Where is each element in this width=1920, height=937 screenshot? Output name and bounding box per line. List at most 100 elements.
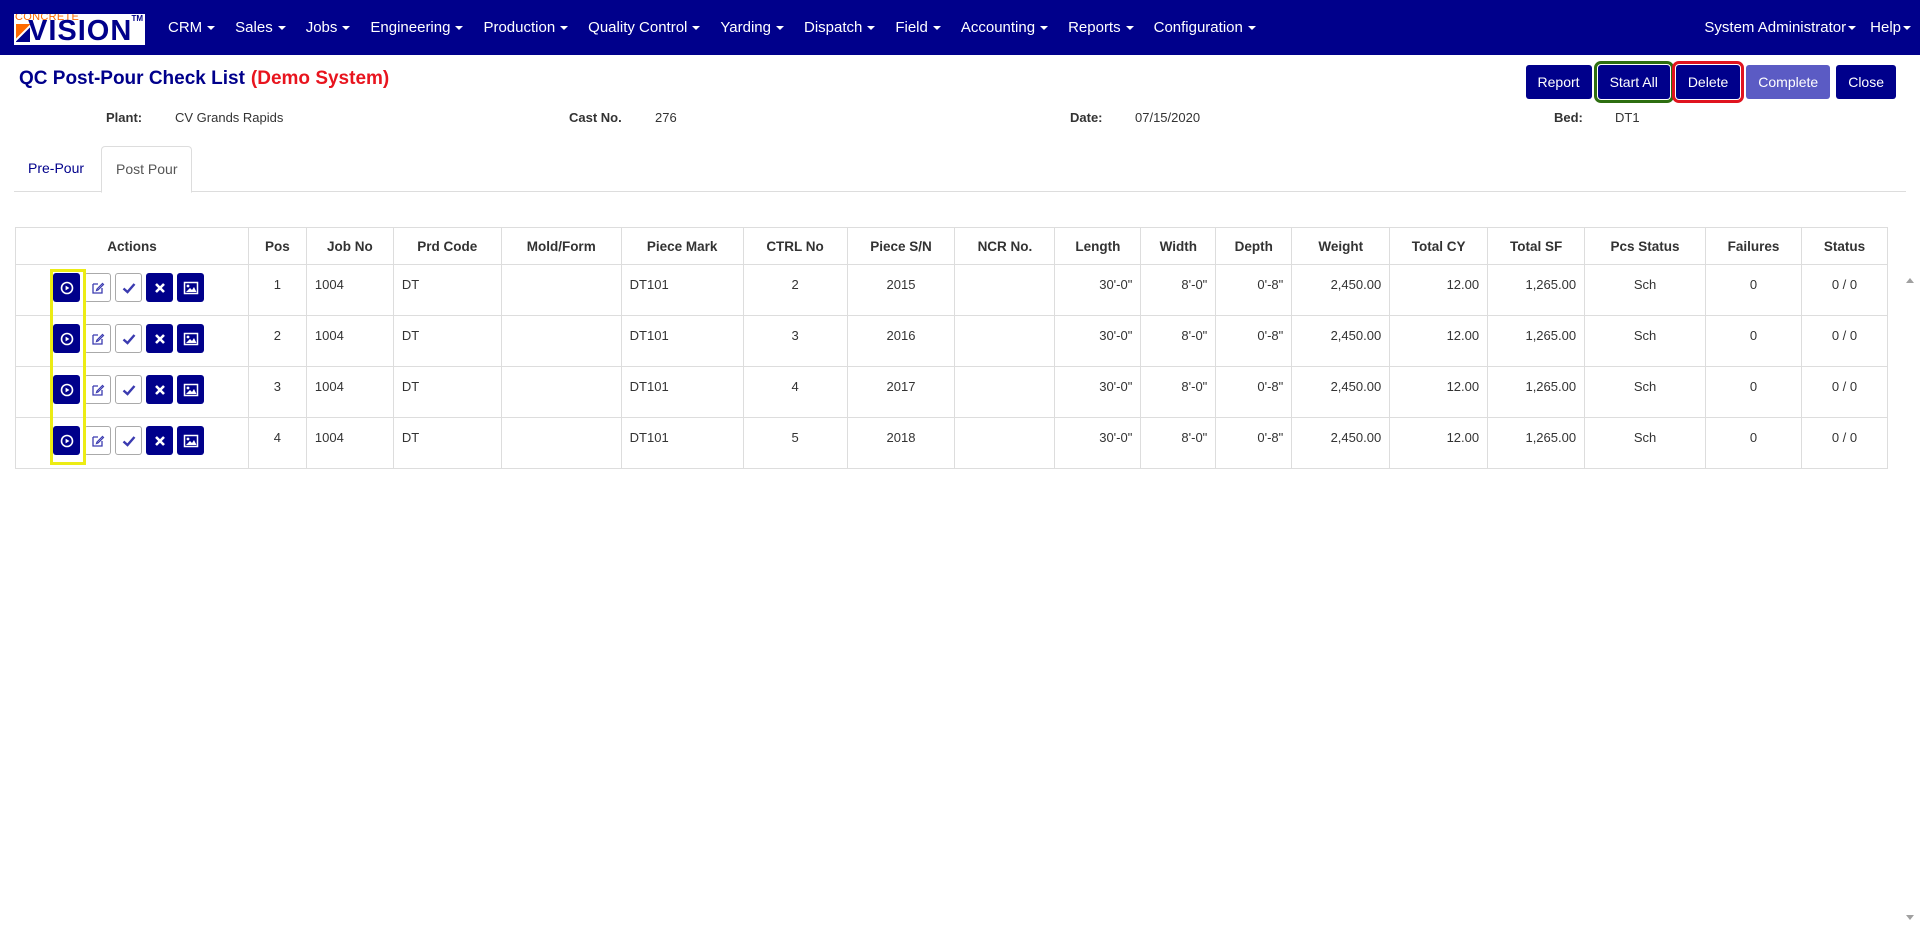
edit-row-button[interactable] [84, 324, 111, 353]
tab-pre-pour[interactable]: Pre-Pour [14, 146, 98, 192]
edit-icon [91, 383, 105, 397]
cell-status: 0 / 0 [1800, 366, 1889, 418]
col-width[interactable]: Width [1140, 227, 1217, 265]
col-ctrl-no[interactable]: CTRL No [742, 227, 848, 265]
delete-row-button[interactable] [146, 426, 173, 455]
plant-value: CV Grands Rapids [175, 110, 284, 125]
cell-pos: 3 [247, 366, 307, 418]
scroll-down-icon[interactable] [1906, 915, 1914, 920]
cell-prd-code: DT [392, 315, 502, 367]
times-icon [153, 434, 167, 448]
start-row-button[interactable] [53, 273, 80, 302]
caret-down-icon [867, 26, 876, 31]
photos-row-button[interactable] [177, 375, 204, 404]
cell-actions [15, 264, 249, 316]
cell-actions [15, 366, 249, 418]
col-failures[interactable]: Failures [1705, 227, 1802, 265]
check-icon [121, 383, 137, 397]
photos-row-button[interactable] [177, 426, 204, 455]
col-piece-sn[interactable]: Piece S/N [846, 227, 956, 265]
edit-row-button[interactable] [84, 375, 111, 404]
cell-weight: 2,450.00 [1291, 315, 1391, 367]
start-all-button[interactable]: Start All [1593, 61, 1674, 103]
complete-button[interactable]: Complete [1746, 65, 1831, 99]
col-total-cy[interactable]: Total CY [1389, 227, 1489, 265]
delete-button[interactable]: Delete [1671, 61, 1745, 103]
vertical-scrollbar[interactable] [1903, 270, 1917, 920]
user-menu[interactable]: System Administrator [1697, 0, 1863, 55]
col-length[interactable]: Length [1054, 227, 1142, 265]
delete-row-button[interactable] [146, 273, 173, 302]
check-icon [121, 281, 137, 295]
cell-length: 30'-0" [1054, 366, 1142, 418]
concrete-vision-logo[interactable]: CONCRETE VISION TM [14, 14, 145, 45]
cell-ctrl-no: 3 [742, 315, 848, 367]
cell-job-no: 1004 [305, 417, 394, 469]
complete-row-button[interactable] [115, 375, 142, 404]
col-status[interactable]: Status [1800, 227, 1889, 265]
cell-pcs-status: Sch [1584, 417, 1706, 469]
close-button[interactable]: Close [1836, 65, 1896, 99]
start-row-button[interactable] [53, 426, 80, 455]
complete-row-button[interactable] [115, 426, 142, 455]
col-pcs-status[interactable]: Pcs Status [1584, 227, 1706, 265]
plant-label: Plant: [106, 110, 143, 125]
nav-label: Accounting [960, 19, 1036, 36]
caret-down-icon [342, 26, 351, 31]
cell-total-cy: 12.00 [1389, 366, 1489, 418]
table-row[interactable]: 4 1004 DT DT101 5 2018 30'-0" 8'-0" 0'-8" 2,450.0… [15, 417, 1889, 469]
nav-sales[interactable]: Sales [225, 0, 296, 55]
date-value: 07/15/2020 [1135, 110, 1201, 125]
cell-piece-mark: DT101 [620, 417, 744, 469]
delete-row-button[interactable] [146, 324, 173, 353]
nav-dispatch[interactable]: Dispatch [794, 0, 885, 55]
table-row[interactable]: 1 1004 DT DT101 2 2015 30'-0" 8'-0" 0'-8" 2,450.0… [15, 264, 1889, 316]
cell-width: 8'-0" [1140, 366, 1217, 418]
scroll-up-icon[interactable] [1906, 278, 1914, 283]
table-row[interactable]: 2 1004 DT DT101 3 2016 30'-0" 8'-0" 0'-8" 2,450.0… [15, 315, 1889, 367]
nav-reports[interactable]: Reports [1058, 0, 1144, 55]
col-mold-form[interactable]: Mold/Form [500, 227, 622, 265]
complete-row-button[interactable] [115, 324, 142, 353]
report-button[interactable]: Report [1525, 65, 1592, 99]
help-menu[interactable]: Help [1863, 0, 1918, 55]
nav-configuration[interactable]: Configuration [1144, 0, 1266, 55]
col-depth[interactable]: Depth [1215, 227, 1293, 265]
complete-row-button[interactable] [115, 273, 142, 302]
col-job-no[interactable]: Job No [305, 227, 394, 265]
nav-crm[interactable]: CRM [158, 0, 225, 55]
start-row-button[interactable] [53, 375, 80, 404]
tab-post-pour[interactable]: Post Pour [101, 146, 193, 193]
cell-ctrl-no: 5 [742, 417, 848, 469]
col-weight[interactable]: Weight [1291, 227, 1391, 265]
times-icon [153, 332, 167, 346]
nav-engineering[interactable]: Engineering [360, 0, 473, 55]
table-row[interactable]: 3 1004 DT DT101 4 2017 30'-0" 8'-0" 0'-8" 2,450.0… [15, 366, 1889, 418]
nav-label: Reports [1068, 19, 1121, 36]
toolbar: Report Start All Delete Complete Close [1520, 61, 1896, 103]
col-ncr-no[interactable]: NCR No. [954, 227, 1056, 265]
nav-production[interactable]: Production [473, 0, 578, 55]
cell-pos: 2 [247, 315, 307, 367]
photos-row-button[interactable] [177, 273, 204, 302]
edit-row-button[interactable] [84, 426, 111, 455]
col-total-sf[interactable]: Total SF [1487, 227, 1586, 265]
start-row-button[interactable] [53, 324, 80, 353]
nav-yarding[interactable]: Yarding [710, 0, 794, 55]
checklist-tabs: Pre-Pour Post Pour [14, 146, 1906, 193]
nav-quality-control[interactable]: Quality Control [578, 0, 710, 55]
cell-width: 8'-0" [1140, 417, 1217, 469]
nav-field[interactable]: Field [885, 0, 951, 55]
delete-row-button[interactable] [146, 375, 173, 404]
col-pos[interactable]: Pos [247, 227, 307, 265]
nav-accounting[interactable]: Accounting [951, 0, 1058, 55]
image-icon [183, 332, 199, 346]
nav-label: Yarding [720, 19, 771, 36]
nav-jobs[interactable]: Jobs [296, 0, 361, 55]
photos-row-button[interactable] [177, 324, 204, 353]
caret-down-icon [1903, 26, 1911, 31]
bed-label: Bed: [1554, 110, 1583, 125]
col-piece-mark[interactable]: Piece Mark [620, 227, 744, 265]
col-prd-code[interactable]: Prd Code [392, 227, 502, 265]
edit-row-button[interactable] [84, 273, 111, 302]
